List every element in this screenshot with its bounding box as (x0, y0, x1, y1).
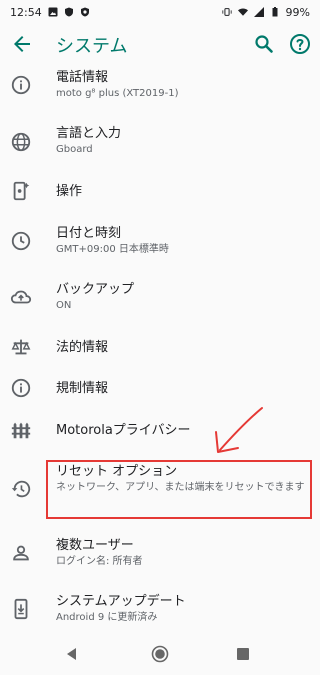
back-arrow-icon[interactable] (10, 32, 34, 56)
nav-back-icon[interactable] (64, 646, 80, 662)
history-icon (11, 480, 31, 498)
page-title: システム (56, 36, 128, 57)
settings-item-label: 言語と入力 (56, 126, 122, 141)
annotation-highlight-box (46, 460, 312, 519)
nav-home-icon[interactable] (151, 645, 169, 663)
fence-icon (11, 422, 31, 439)
nav-recents-icon[interactable] (236, 647, 250, 661)
battery-icon (272, 7, 278, 17)
settings-item-regulatory[interactable]: 規制情報 (0, 368, 320, 408)
settings-item-summary: ON (56, 300, 72, 311)
scale-icon (11, 339, 31, 355)
settings-item-summary: Android 9 に更新済み (56, 612, 158, 623)
person-icon (13, 545, 29, 561)
wifi-icon (237, 8, 248, 16)
vibrate-icon (221, 8, 232, 16)
clock-icon (11, 231, 31, 251)
status-left: 12:54 (10, 6, 90, 19)
app-bar: システム (0, 24, 320, 66)
settings-item-label: 規制情報 (56, 381, 109, 396)
settings-item-system-update[interactable]: システムアップデート Android 9 に更新済み (0, 588, 320, 632)
shield-notification-icon (64, 7, 73, 17)
globe-icon (11, 132, 31, 152)
settings-item-legal[interactable]: 法的情報 (0, 328, 320, 368)
settings-item-label: 電話情報 (56, 70, 109, 85)
help-icon[interactable] (288, 32, 312, 56)
cloud-upload-icon (10, 290, 32, 304)
settings-item-summary: moto g⁸ plus (XT2019-1) (56, 88, 179, 99)
signal-icon (253, 7, 264, 17)
info-icon (11, 378, 31, 398)
settings-item-summary: ログイン名: 所有者 (56, 556, 143, 567)
phone-gesture-icon (13, 181, 30, 201)
settings-item-label: 法的情報 (56, 340, 109, 355)
settings-item-label: 日付と時刻 (56, 226, 122, 241)
settings-item-language-input[interactable]: 言語と入力 Gboard (0, 120, 320, 164)
settings-item-multiple-users[interactable]: 複数ユーザー ログイン名: 所有者 (0, 532, 320, 576)
search-icon[interactable] (252, 32, 276, 56)
nav-bar (0, 632, 320, 675)
annotation-arrow-icon (215, 407, 263, 453)
settings-item-label: バックアップ (56, 282, 135, 297)
settings-item-label: 複数ユーザー (56, 538, 134, 553)
info-icon (11, 75, 31, 95)
settings-item-summary: Gboard (56, 144, 93, 155)
settings-item-backup[interactable]: バックアップ ON (0, 276, 320, 320)
shield-notification-icon (80, 7, 89, 17)
settings-item-phone-info[interactable]: 電話情報 moto g⁸ plus (XT2019-1) (0, 66, 320, 106)
image-notification-icon (48, 7, 58, 17)
settings-item-motorola-privacy[interactable]: Motorolaプライバシー (0, 410, 320, 450)
settings-item-gestures[interactable]: 操作 (0, 172, 320, 212)
settings-item-label: システムアップデート (56, 594, 186, 609)
status-time: 12:54 (10, 5, 42, 19)
status-bar: 12:54 99% (0, 0, 320, 24)
status-right: 99% (221, 5, 310, 19)
settings-item-summary: GMT+09:00 日本標準時 (56, 244, 169, 255)
battery-percent: 99% (285, 5, 310, 19)
system-update-icon (14, 598, 28, 620)
settings-item-label: 操作 (56, 184, 83, 199)
settings-item-date-time[interactable]: 日付と時刻 GMT+09:00 日本標準時 (0, 220, 320, 264)
